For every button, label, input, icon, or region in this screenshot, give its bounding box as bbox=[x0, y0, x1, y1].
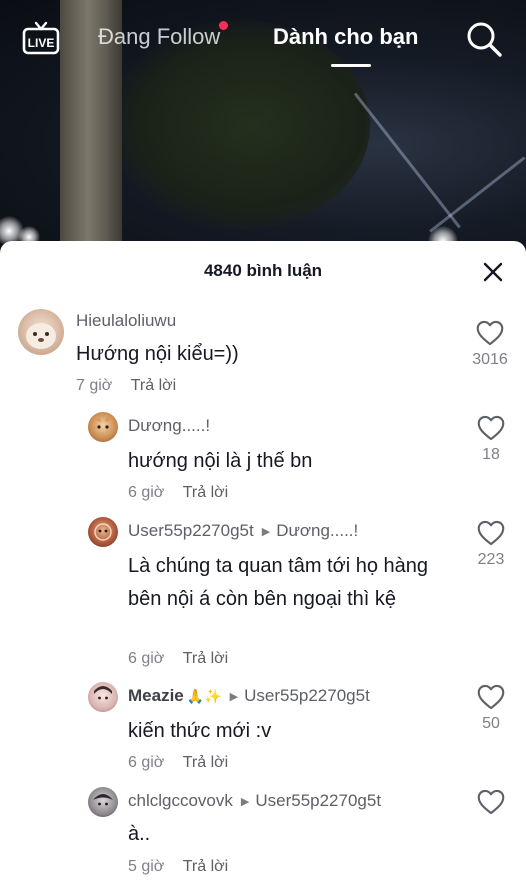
tab-for-you[interactable]: Dành cho bạn bbox=[273, 22, 418, 52]
comment-text: kiến thức mới :v bbox=[128, 720, 272, 742]
comments-count-title: 4840 bình luận bbox=[203, 261, 323, 280]
comment-username[interactable]: chlclgccovovk ▶ User55p2270g5t bbox=[128, 791, 381, 811]
like-button[interactable] bbox=[461, 789, 521, 820]
reply-item: chlclgccovovk ▶ User55p2270g5t à.. 5 giờ T… bbox=[0, 787, 526, 884]
live-label: LIVE bbox=[28, 36, 55, 50]
reply-button[interactable]: Trả lời bbox=[131, 377, 176, 394]
username-text: Hieulaloliuwu bbox=[76, 311, 177, 330]
avatar[interactable] bbox=[88, 412, 118, 442]
active-tab-indicator bbox=[331, 64, 371, 67]
comment-meta: 6 giờ Trả lời bbox=[128, 650, 228, 668]
light-ray bbox=[429, 156, 526, 233]
like-count: 223 bbox=[477, 551, 505, 568]
like-button[interactable]: 50 bbox=[461, 684, 521, 733]
comment-text: Hướng nội kiểu=)) bbox=[76, 343, 239, 365]
reply-button[interactable]: Trả lời bbox=[183, 484, 228, 501]
heart-icon[interactable] bbox=[476, 320, 504, 346]
username-text: Dương.....! bbox=[128, 416, 211, 435]
close-icon[interactable] bbox=[481, 260, 505, 284]
like-count: 50 bbox=[482, 715, 500, 732]
avatar[interactable] bbox=[18, 309, 64, 355]
search-icon[interactable] bbox=[465, 20, 503, 58]
tab-following[interactable]: Đang Follow bbox=[98, 21, 229, 52]
comment-item: Hieulaloliuwu Hướng nội kiểu=)) 7 giờ Tr… bbox=[0, 309, 526, 409]
comment-time: 6 giờ bbox=[128, 650, 165, 667]
comment-username[interactable]: Hieulaloliuwu bbox=[76, 311, 176, 331]
username-text: Meazie bbox=[128, 686, 184, 705]
comment-time: 6 giờ bbox=[128, 754, 165, 771]
username-emoji: 🙏✨ bbox=[186, 688, 222, 704]
reply-item: User55p2270g5t ▶ Dương.....! Là chúng ta q… bbox=[0, 515, 526, 675]
heart-icon[interactable] bbox=[477, 684, 505, 710]
live-icon[interactable]: LIVE bbox=[22, 20, 60, 56]
reply-to-username[interactable]: User55p2270g5t bbox=[244, 686, 370, 705]
tab-for-you-label: Dành cho bạn bbox=[273, 24, 419, 49]
top-navigation: LIVE Đang Follow Dành cho bạn bbox=[0, 0, 526, 80]
username-text: chlclgccovovk bbox=[128, 791, 233, 810]
light-ray bbox=[353, 92, 461, 229]
reply-item: Dương.....! hướng nội là j thế bn 6 giờ … bbox=[0, 410, 526, 510]
like-count: 18 bbox=[482, 446, 500, 463]
comment-meta: 6 giờ Trả lời bbox=[128, 484, 228, 502]
reply-to-username[interactable]: User55p2270g5t bbox=[255, 791, 381, 810]
heart-icon[interactable] bbox=[477, 789, 505, 815]
reply-button[interactable]: Trả lời bbox=[183, 858, 228, 875]
reply-arrow-icon: ▶ bbox=[240, 796, 250, 808]
comment-meta: 5 giờ Trả lời bbox=[128, 858, 228, 876]
like-count: 3016 bbox=[472, 351, 508, 368]
comment-time: 5 giờ bbox=[128, 858, 165, 875]
comment-text: hướng nội là j thế bn bbox=[128, 450, 313, 472]
heart-icon[interactable] bbox=[477, 520, 505, 546]
comments-sheet: 4840 bình luận Hieulaloliuwu Hướng nội k… bbox=[0, 241, 526, 884]
comment-time: 6 giờ bbox=[128, 484, 165, 501]
tab-following-label: Đang Follow bbox=[98, 24, 221, 49]
reply-item: Meazie 🙏✨ ▶ User55p2270g5t kiến thức mới :v… bbox=[0, 682, 526, 782]
avatar[interactable] bbox=[88, 517, 118, 547]
heart-icon[interactable] bbox=[477, 415, 505, 441]
like-button[interactable]: 3016 bbox=[460, 320, 520, 369]
comment-meta: 6 giờ Trả lời bbox=[128, 754, 228, 772]
reply-to-username[interactable]: Dương.....! bbox=[276, 521, 358, 540]
notification-dot bbox=[219, 21, 229, 30]
comment-username[interactable]: User55p2270g5t ▶ Dương.....! bbox=[128, 521, 358, 541]
comment-text: Là chúng ta quan tâm tới họ hàng bên nội… bbox=[128, 555, 428, 610]
reply-button[interactable]: Trả lời bbox=[183, 754, 228, 771]
like-button[interactable]: 18 bbox=[461, 415, 521, 464]
comment-username[interactable]: Dương.....! bbox=[128, 416, 210, 436]
reply-arrow-icon: ▶ bbox=[261, 526, 271, 538]
reply-arrow-icon: ▶ bbox=[229, 691, 239, 703]
comment-meta: 7 giờ Trả lời bbox=[76, 377, 176, 395]
like-button[interactable]: 223 bbox=[461, 520, 521, 569]
comment-text: à.. bbox=[128, 823, 151, 845]
avatar[interactable] bbox=[88, 787, 118, 817]
comment-time: 7 giờ bbox=[76, 377, 113, 394]
comment-username[interactable]: Meazie 🙏✨ ▶ User55p2270g5t bbox=[128, 686, 370, 706]
reply-button[interactable]: Trả lời bbox=[183, 650, 228, 667]
username-text: User55p2270g5t bbox=[128, 521, 254, 540]
avatar[interactable] bbox=[88, 682, 118, 712]
